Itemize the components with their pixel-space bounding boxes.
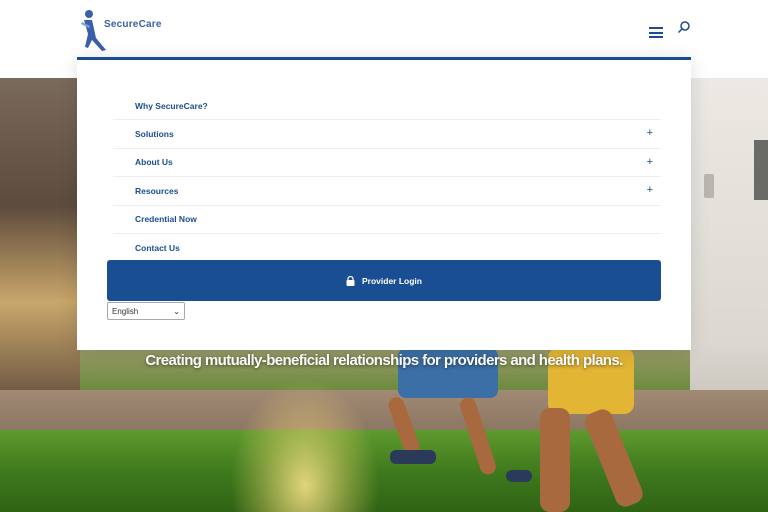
menu-item-label: Contact Us xyxy=(135,243,180,254)
lock-icon xyxy=(346,275,355,286)
person-icon xyxy=(81,10,106,51)
menu-item-contact-us[interactable]: Contact Us xyxy=(113,234,661,262)
menu-item-label: Credential Now xyxy=(135,214,197,225)
menu-item-why-securecare[interactable]: Why SecureCare? xyxy=(113,92,661,121)
menu-item-label: Why SecureCare? xyxy=(135,100,208,111)
expand-plus-icon[interactable]: + xyxy=(647,185,653,196)
mobile-menu-panel: Why SecureCare? Solutions + About Us + R… xyxy=(77,57,691,350)
hero-child-leg xyxy=(540,408,570,512)
menu-list: Why SecureCare? Solutions + About Us + R… xyxy=(113,92,661,262)
hero-child-shoe xyxy=(506,470,532,482)
menu-item-solutions[interactable]: Solutions + xyxy=(113,120,661,149)
menu-item-credential-now[interactable]: Credential Now xyxy=(113,206,661,234)
securecare-logo[interactable]: SecureCare xyxy=(80,8,180,52)
hero-house-left xyxy=(0,78,80,398)
hero-lawn xyxy=(0,430,768,512)
hero-child-shoe xyxy=(390,450,436,464)
hamburger-menu-icon[interactable] xyxy=(649,27,663,38)
expand-plus-icon[interactable]: + xyxy=(647,156,653,168)
search-icon[interactable] xyxy=(677,20,691,34)
hero-door xyxy=(754,140,768,200)
menu-item-about-us[interactable]: About Us + xyxy=(113,149,661,178)
hero-wall-lamp xyxy=(704,174,714,198)
language-select[interactable]: English ⌄ xyxy=(107,302,185,320)
logo-word-care: Care xyxy=(138,18,162,30)
menu-item-label: Resources xyxy=(135,185,179,196)
provider-login-label: Provider Login xyxy=(362,275,422,286)
menu-item-label: About Us xyxy=(135,157,173,168)
menu-item-resources[interactable]: Resources + xyxy=(113,177,661,206)
chevron-down-icon: ⌄ xyxy=(173,307,180,316)
logo-word-secure: Secure xyxy=(104,18,139,30)
hero-patio xyxy=(0,390,768,430)
logo-wordmark: SecureCare xyxy=(104,19,162,30)
language-select-value: English xyxy=(112,306,139,316)
provider-login-button[interactable]: Provider Login xyxy=(107,260,661,301)
hero-tagline: Creating mutually-beneficial relationshi… xyxy=(145,352,623,369)
expand-plus-icon[interactable]: + xyxy=(647,128,653,139)
hero-sprinkler-spray xyxy=(230,378,380,512)
menu-item-label: Solutions xyxy=(135,129,174,140)
